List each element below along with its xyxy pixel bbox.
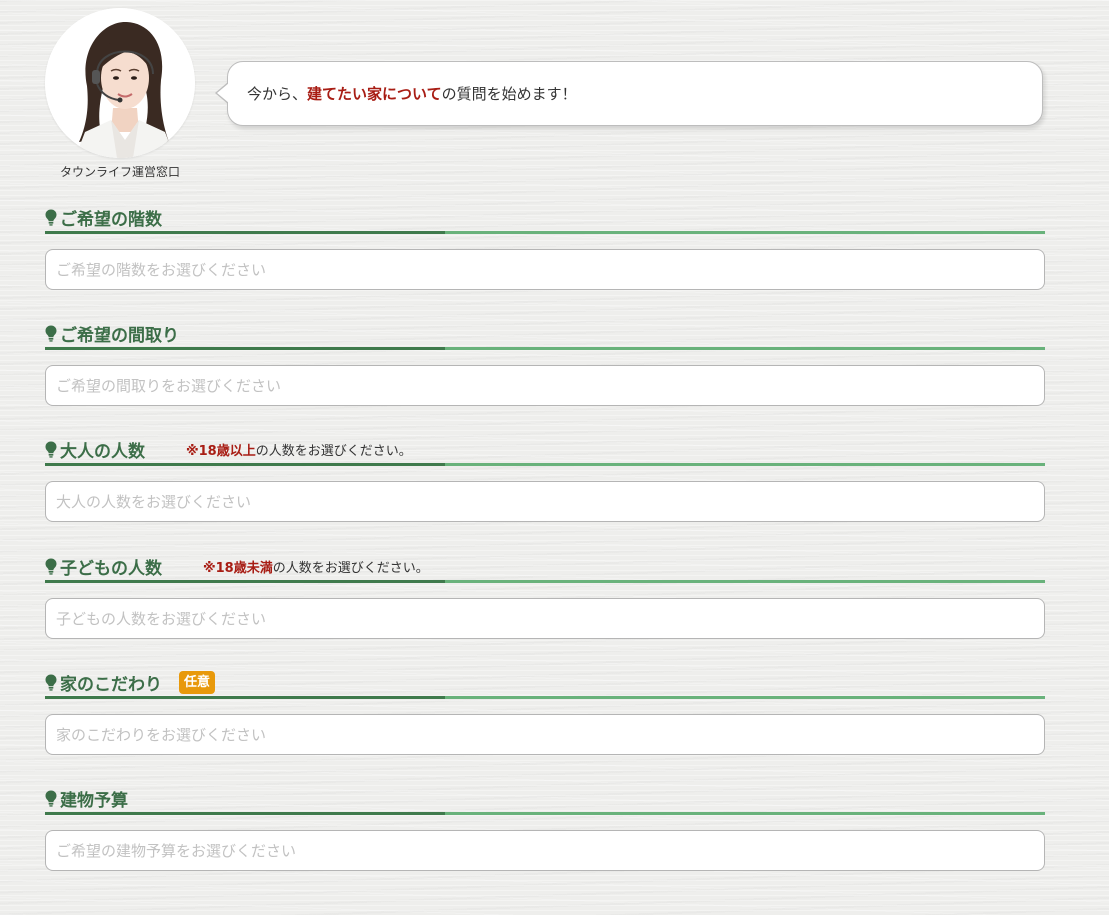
intro-suffix: の質問を始めます！ <box>441 85 577 103</box>
section-divider <box>45 696 1045 699</box>
section-title: ご希望の階数 <box>60 210 162 230</box>
section-header: 家のこだわり 任意 <box>45 666 1045 699</box>
optional-badge: 任意 <box>179 671 216 694</box>
section-title: 家のこだわり <box>60 675 162 695</box>
section-layout: ご希望の間取り <box>45 317 1045 406</box>
adults-select[interactable] <box>45 481 1045 522</box>
layout-select[interactable] <box>45 365 1045 406</box>
speech-bubble-tail <box>215 82 229 104</box>
section-header: 大人の人数 ※18歳以上の人数をお選びください。 <box>45 433 1045 466</box>
children-select[interactable] <box>45 598 1045 639</box>
section-note: ※18歳未満の人数をお選びください。 <box>203 557 429 576</box>
section-title: 建物予算 <box>60 791 128 811</box>
section-divider <box>45 812 1045 815</box>
section-divider <box>45 231 1045 234</box>
section-note: ※18歳以上の人数をお選びください。 <box>186 440 412 459</box>
section-divider <box>45 347 1045 350</box>
note-text: の人数をお選びください。 <box>272 561 429 576</box>
budget-select[interactable] <box>45 830 1045 871</box>
lightbulb-icon <box>45 441 57 458</box>
section-header: ご希望の階数 <box>45 201 1045 234</box>
operator-avatar <box>45 8 195 158</box>
note-text: の人数をお選びください。 <box>255 444 412 459</box>
section-title: 子どもの人数 <box>60 559 162 579</box>
section-header: 子どもの人数 ※18歳未満の人数をお選びください。 <box>45 550 1045 583</box>
section-divider <box>45 463 1045 466</box>
section-preferences: 家のこだわり 任意 <box>45 666 1045 755</box>
lightbulb-icon <box>45 558 57 575</box>
operator-caption: タウンライフ運営窓口 <box>59 165 180 179</box>
note-emphasis: ※18歳未満 <box>203 561 273 576</box>
section-children: 子どもの人数 ※18歳未満の人数をお選びください。 <box>45 550 1045 639</box>
floors-select[interactable] <box>45 249 1045 290</box>
section-adults: 大人の人数 ※18歳以上の人数をお選びください。 <box>45 433 1045 522</box>
intro-prefix: 今から、 <box>247 85 308 103</box>
section-budget: 建物予算 <box>45 782 1045 871</box>
section-title: ご希望の間取り <box>60 326 179 346</box>
section-header: ご希望の間取り <box>45 317 1045 350</box>
section-floors: ご希望の階数 <box>45 201 1045 290</box>
section-header: 建物予算 <box>45 782 1045 815</box>
operator-avatar-image <box>45 8 195 158</box>
section-divider <box>45 580 1045 583</box>
section-title: 大人の人数 <box>60 442 145 462</box>
lightbulb-icon <box>45 325 57 342</box>
intro-speech-bubble: 今から、 建てたい家について の質問を始めます！ <box>215 61 1043 126</box>
lightbulb-icon <box>45 209 57 226</box>
note-emphasis: ※18歳以上 <box>186 444 256 459</box>
lightbulb-icon <box>45 790 57 807</box>
operator-profile: タウンライフ運営窓口 <box>44 8 196 180</box>
intro-emphasis: 建てたい家について <box>307 85 442 103</box>
preferences-select[interactable] <box>45 714 1045 755</box>
lightbulb-icon <box>45 674 57 691</box>
